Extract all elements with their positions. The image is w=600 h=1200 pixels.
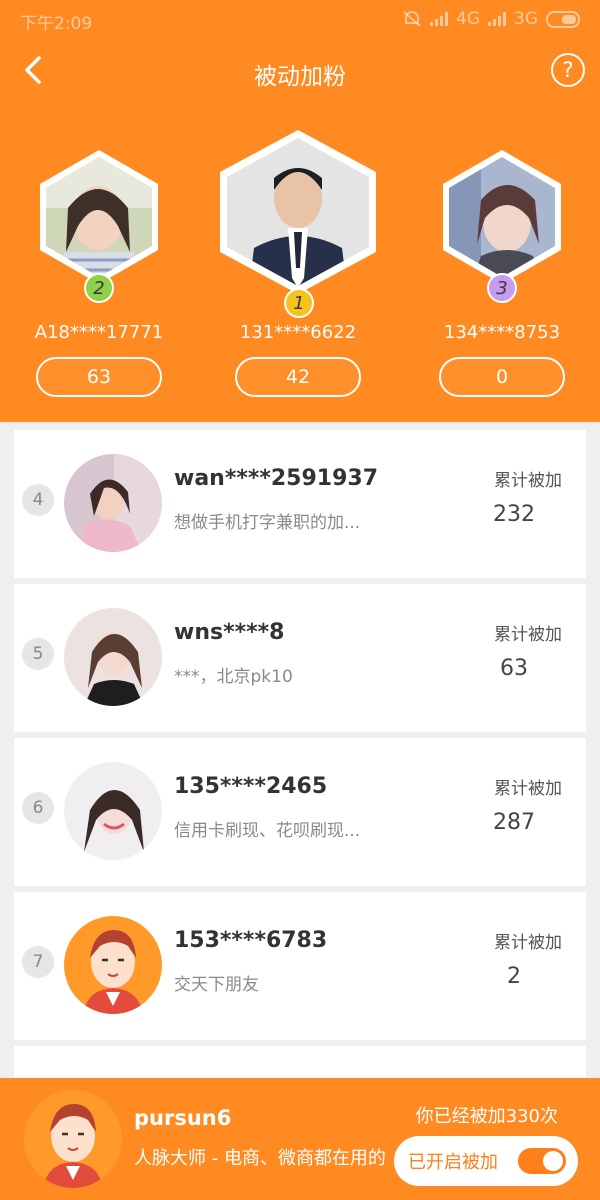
user-name: wns****8 <box>174 620 285 645</box>
podium-name: 131****6622 <box>239 322 357 343</box>
toggle-label: 已开启被加 <box>408 1152 498 1173</box>
user-description: ***，北京pk10 <box>174 667 293 687</box>
rank-number: 4 <box>22 484 54 516</box>
podium-name: 134****8753 <box>443 322 561 343</box>
network-4g-label: 4G <box>456 9 480 29</box>
podium-count-button[interactable]: 0 <box>439 357 565 397</box>
rank-number: 5 <box>22 638 54 670</box>
my-avatar <box>24 1090 122 1188</box>
status-bar: 下午2:09 4G 3G <box>0 0 600 40</box>
user-description: 交天下朋友 <box>174 975 259 995</box>
rank-badge: 2 <box>84 273 114 303</box>
avatar <box>64 762 162 860</box>
hexagon-avatar-frame <box>40 150 158 284</box>
help-button[interactable]: ? <box>551 53 585 87</box>
total-added-value: 63 <box>500 656 528 681</box>
page-title: 被动加粉 <box>254 64 346 90</box>
toggle-switch[interactable] <box>518 1148 566 1174</box>
avatar <box>64 608 162 706</box>
podium-count-button[interactable]: 63 <box>36 357 162 397</box>
rank-number: 7 <box>22 946 54 978</box>
header: 下午2:09 4G 3G 被动加粉 ? 2 A18****17771 63 1 … <box>0 0 600 422</box>
total-added-value: 2 <box>507 964 521 989</box>
rank-number: 6 <box>22 792 54 824</box>
total-added-value: 287 <box>493 810 535 835</box>
nav-bar: 被动加粉 ? <box>0 40 600 102</box>
podium-name: A18****17771 <box>34 322 164 343</box>
avatar <box>64 454 162 552</box>
signal-icon <box>430 12 448 26</box>
network-3g-label: 3G <box>514 9 538 29</box>
podium-avatar: 3 <box>441 148 563 303</box>
my-name: pursun6 <box>134 1106 232 1130</box>
status-icons: 4G 3G <box>402 9 580 29</box>
mute-icon <box>403 11 421 27</box>
hexagon-avatar-frame <box>443 150 561 284</box>
list-item[interactable]: 7 153****6783 交天下朋友 累计被加 2 <box>14 892 586 1040</box>
user-description: 信用卡刷现、花呗刷现... <box>174 821 361 841</box>
podium-avatar: 2 <box>38 148 160 303</box>
total-added-value: 232 <box>493 502 535 527</box>
rank-badge: 1 <box>284 288 314 318</box>
user-name: 135****2465 <box>174 774 328 799</box>
toggle-knob <box>543 1151 563 1171</box>
total-added-label: 累计被加 <box>494 779 562 799</box>
total-added-label: 累计被加 <box>494 471 562 491</box>
podium-count-button[interactable]: 42 <box>235 357 361 397</box>
user-description: 想做手机打字兼职的加... <box>174 513 361 533</box>
user-name: wan****2591937 <box>174 466 379 491</box>
hexagon-avatar-frame <box>220 130 376 294</box>
auto-add-toggle[interactable]: 已开启被加 <box>394 1136 578 1186</box>
user-name: 153****6783 <box>174 928 328 953</box>
avatar <box>64 916 162 1014</box>
battery-icon <box>546 10 580 28</box>
my-description: 人脉大师 - 电商、微商都在用的 <box>134 1148 386 1169</box>
added-count-text: 你已经被加330次 <box>415 1106 558 1127</box>
footer-my-status: pursun6 人脉大师 - 电商、微商都在用的 你已经被加330次 已开启被加 <box>0 1078 600 1200</box>
total-added-label: 累计被加 <box>494 933 562 953</box>
signal-icon-2 <box>488 12 506 26</box>
podium-avatar: 1 <box>218 128 378 318</box>
list-item[interactable]: 4 wan****2591937 想做手机打字兼职的加... 累计被加 232 <box>14 430 586 578</box>
list-item[interactable]: 5 wns****8 ***，北京pk10 累计被加 63 <box>14 584 586 732</box>
list-item[interactable]: 6 135****2465 信用卡刷现、花呗刷现... 累计被加 287 <box>14 738 586 886</box>
total-added-label: 累计被加 <box>494 625 562 645</box>
status-time: 下午2:09 <box>20 14 93 34</box>
rank-badge: 3 <box>487 273 517 303</box>
